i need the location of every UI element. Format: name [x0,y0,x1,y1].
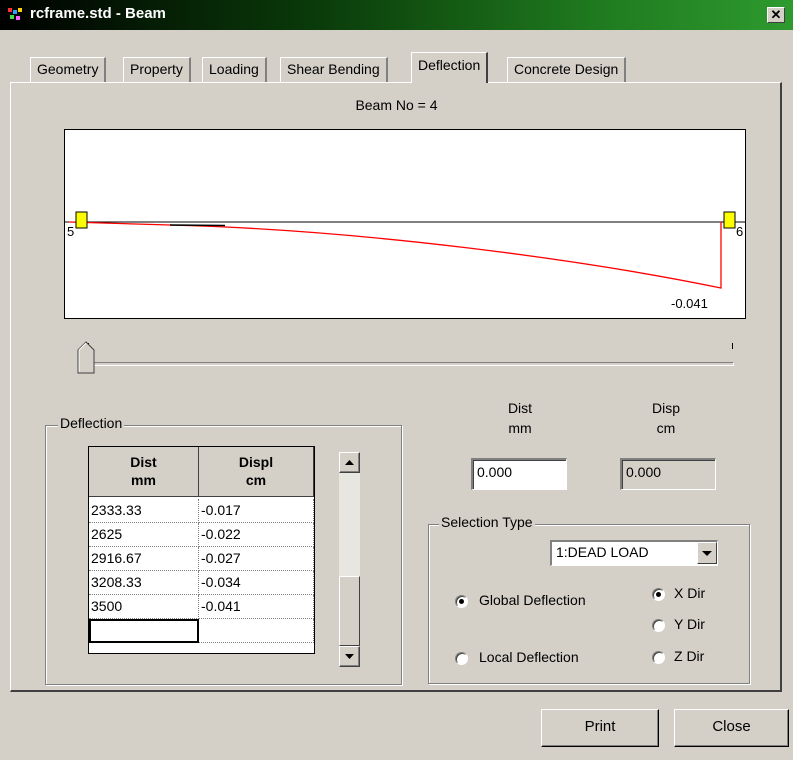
column-header-displ-unit: cm [245,472,267,488]
beam-number-label: Beam No = 4 [355,97,438,113]
tab-shear-bending[interactable]: Shear Bending [280,57,388,82]
x-dir-radio[interactable] [652,588,665,601]
z-dir-label[interactable]: Z Dir [674,648,704,664]
window-close-button[interactable]: ✕ [767,7,785,23]
disp-label: Disp cm [636,398,696,438]
deflection-curve [68,221,722,289]
table-cell-dist[interactable]: 2916.67 [89,547,199,571]
x-dir-label[interactable]: X Dir [674,585,705,601]
table-cell-displ[interactable]: -0.034 [199,571,314,595]
table-cell-displ[interactable]: -0.017 [199,499,314,523]
app-icon [8,8,22,20]
disp-label-name: Disp [651,400,680,416]
global-deflection-radio[interactable] [455,595,468,608]
tab-concrete-design[interactable]: Concrete Design [507,57,627,82]
tab-loading[interactable]: Loading [202,57,267,82]
position-slider-track[interactable] [82,362,734,366]
end-node-label: 6 [736,224,743,239]
end-support-icon [723,211,736,229]
global-deflection-label[interactable]: Global Deflection [479,592,586,608]
table-cell-displ[interactable]: -0.022 [199,523,314,547]
print-button[interactable]: Print [541,709,659,747]
column-header-displ-name: Displ [238,454,274,470]
dist-label-name: Dist [507,400,533,416]
dist-label-unit: mm [508,420,532,436]
tab-deflection[interactable]: Deflection [411,52,489,83]
local-deflection-label[interactable]: Local Deflection [479,649,579,665]
table-cell-displ[interactable]: -0.041 [199,595,314,619]
arrow-down-icon [345,654,354,659]
column-header-dist-name: Dist [130,454,157,470]
disp-output: 0.000 [620,458,716,490]
scroll-up-button[interactable] [339,452,360,473]
table-cell-dist[interactable]: 3208.33 [89,571,199,595]
table-cell-displ[interactable]: -0.027 [199,547,314,571]
table-cell-dist[interactable]: 3500 [89,595,199,619]
local-deflection-radio[interactable] [455,652,468,665]
deflection-table: Dist mm Displ cm 2333.33 -0.017 2625 -0.… [88,446,315,654]
table-cell-dist[interactable]: 2333.33 [89,499,199,523]
selection-type-label: Selection Type [439,514,535,530]
dist-input[interactable]: 0.000 [471,458,567,490]
close-button[interactable]: Close [674,709,789,747]
start-support-icon [75,211,88,229]
max-deflection-label: -0.041 [671,296,708,311]
column-header-dist[interactable]: Dist mm [89,447,199,497]
start-node-label: 5 [67,224,74,239]
table-cell-dist[interactable]: 2625 [89,523,199,547]
y-dir-label[interactable]: Y Dir [674,616,705,632]
slider-tick-end [732,343,733,349]
tab-property[interactable]: Property [123,57,191,82]
scroll-down-button[interactable] [339,646,360,667]
deflection-group-label: Deflection [58,415,125,431]
disp-label-unit: cm [656,420,676,436]
dist-label: Dist mm [490,398,550,438]
deflection-diagram: 5 6 -0.041 [64,129,746,319]
close-icon: ✕ [770,7,782,22]
load-case-dropdown[interactable]: 1:DEAD LOAD [550,540,718,566]
z-dir-radio[interactable] [652,651,665,664]
table-new-row-cell[interactable] [199,619,314,643]
window-title: rcframe.std - Beam [30,5,166,22]
scrollbar-thumb[interactable] [339,576,360,646]
load-case-value: 1:DEAD LOAD [556,544,649,560]
column-header-dist-unit: mm [131,472,156,488]
arrow-up-icon [345,460,354,465]
table-new-row-cell[interactable] [89,619,199,643]
tab-geometry[interactable]: Geometry [30,57,107,82]
column-header-displ[interactable]: Displ cm [199,447,314,497]
dropdown-button[interactable] [697,542,717,564]
chevron-down-icon [702,551,712,556]
y-dir-radio[interactable] [652,619,665,632]
deflection-diagram-canvas: 5 6 -0.041 [65,211,745,311]
position-slider-thumb[interactable] [77,340,95,374]
curve-dark-segment [169,224,226,227]
